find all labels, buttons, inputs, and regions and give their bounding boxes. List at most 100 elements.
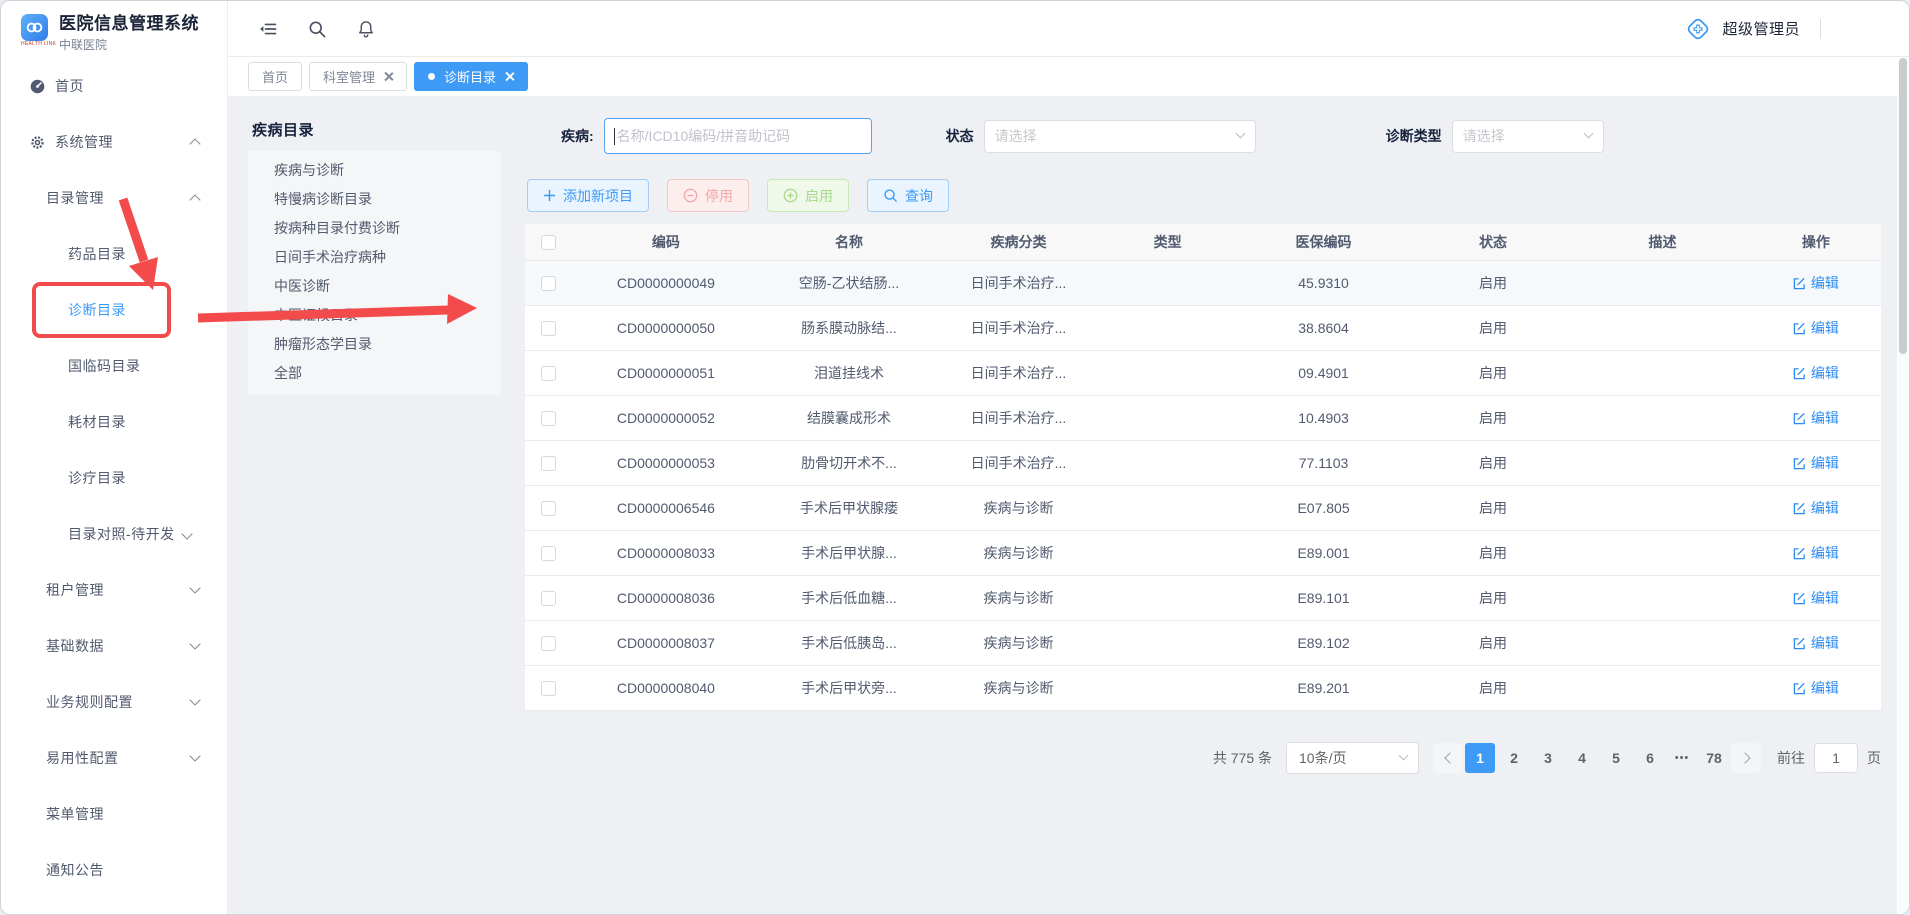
- filter-bar: 疾病: 名称/ICD10编码/拼音助记码 状态 请选择 诊断类型 请选择: [561, 118, 1881, 154]
- row-checkbox[interactable]: [541, 321, 556, 336]
- chevron-down-icon: [1235, 128, 1245, 138]
- sidebar-item-treatment-catalog[interactable]: 诊疗目录: [1, 450, 227, 506]
- app-title: 医院信息管理系统: [59, 14, 199, 34]
- row-checkbox[interactable]: [541, 411, 556, 426]
- app-logo-icon: [21, 14, 48, 41]
- tab-department-management[interactable]: 科室管理: [309, 62, 407, 91]
- row-checkbox[interactable]: [541, 636, 556, 651]
- sidebar-item-catalog-mapping[interactable]: 目录对照-待开发: [1, 506, 227, 562]
- query-button[interactable]: 查询: [867, 179, 949, 212]
- page-number-78[interactable]: 78: [1699, 743, 1729, 773]
- edit-button[interactable]: 编辑: [1793, 678, 1839, 698]
- page-size-select[interactable]: 10条/页: [1286, 742, 1419, 774]
- current-user[interactable]: 超级管理员: [1722, 18, 1800, 39]
- select-all-checkbox[interactable]: [541, 235, 556, 250]
- edit-button[interactable]: 编辑: [1793, 543, 1839, 563]
- menu-item-day-surgery[interactable]: 日间手术治疗病种: [248, 243, 501, 272]
- sidebar-item-tenant-management[interactable]: 租户管理: [1, 562, 227, 618]
- sidebar-item-home[interactable]: 首页: [1, 58, 227, 114]
- edit-button[interactable]: 编辑: [1793, 633, 1839, 653]
- page-number-5[interactable]: 5: [1601, 743, 1631, 773]
- table-row: CD0000008033 手术后甲状腺... 疾病与诊断 E89.001 启用 …: [525, 531, 1881, 576]
- minus-circle-icon: [683, 188, 698, 203]
- text-caret: [614, 128, 615, 145]
- prev-page-button[interactable]: [1433, 743, 1463, 773]
- sidebar-item-diagnosis-catalog[interactable]: 诊断目录: [1, 282, 227, 338]
- row-checkbox[interactable]: [541, 366, 556, 381]
- col-category: 疾病分类: [937, 232, 1100, 252]
- gear-icon: [29, 134, 46, 151]
- menu-item-payment-by-disease[interactable]: 按病种目录付费诊断: [248, 214, 501, 243]
- menu-item-tcm-syndrome[interactable]: 中医证候目录: [248, 301, 501, 330]
- tab-diagnosis-catalog[interactable]: 诊断目录: [414, 62, 528, 91]
- goto-label: 前往: [1777, 748, 1805, 768]
- page-tabs: 首页 科室管理 诊断目录: [228, 57, 1909, 96]
- edit-button[interactable]: 编辑: [1793, 363, 1839, 383]
- page-number-2[interactable]: 2: [1499, 743, 1529, 773]
- action-bar: 添加新项目 停用 启用 查询: [527, 179, 1881, 212]
- divider: [1820, 19, 1821, 39]
- hospital-user-icon[interactable]: [1684, 15, 1712, 43]
- menu-item-all[interactable]: 全部: [248, 359, 501, 388]
- chevron-down-icon: [189, 694, 200, 705]
- edit-icon: [1793, 637, 1806, 650]
- edit-button[interactable]: 编辑: [1793, 498, 1839, 518]
- table-row: CD0000006546 手术后甲状腺瘘 疾病与诊断 E07.805 启用 编辑: [525, 486, 1881, 531]
- sidebar-item-system-management[interactable]: 系统管理: [1, 114, 227, 170]
- goto-page-input[interactable]: [1814, 743, 1858, 773]
- enable-button[interactable]: 启用: [767, 179, 849, 212]
- status-select[interactable]: 请选择: [984, 120, 1256, 153]
- tab-home[interactable]: 首页: [248, 62, 302, 91]
- more-pages-icon[interactable]: •••: [1667, 752, 1697, 764]
- collapse-sidebar-icon[interactable]: [258, 19, 278, 39]
- edit-button[interactable]: 编辑: [1793, 408, 1839, 428]
- menu-item-special-chronic[interactable]: 特慢病诊断目录: [248, 185, 501, 214]
- plus-circle-icon: [783, 188, 798, 203]
- scrollbar-track: [1898, 58, 1908, 913]
- pagination: 共 775 条 10条/页 1 2 3 4 5 6 ••• 78 前往 页: [525, 742, 1881, 774]
- sidebar-item-usability-config[interactable]: 易用性配置: [1, 730, 227, 786]
- scrollbar-thumb[interactable]: [1899, 58, 1907, 354]
- close-icon[interactable]: [505, 72, 514, 81]
- table-row: CD0000000053 肋骨切开术不... 日间手术治疗... 77.1103…: [525, 441, 1881, 486]
- sidebar-item-menu-management[interactable]: 菜单管理: [1, 786, 227, 842]
- sidebar-item-national-code-catalog[interactable]: 国临码目录: [1, 338, 227, 394]
- row-checkbox[interactable]: [541, 591, 556, 606]
- add-item-button[interactable]: 添加新项目: [527, 179, 649, 212]
- status-filter-label: 状态: [946, 126, 974, 146]
- page-number-6[interactable]: 6: [1635, 743, 1665, 773]
- col-insurance-code: 医保编码: [1235, 232, 1411, 252]
- sidebar-item-business-rules[interactable]: 业务规则配置: [1, 674, 227, 730]
- menu-item-tumor-morphology[interactable]: 肿瘤形态学目录: [248, 330, 501, 359]
- edit-button[interactable]: 编辑: [1793, 453, 1839, 473]
- sidebar-item-drug-catalog[interactable]: 药品目录: [1, 226, 227, 282]
- page-number-4[interactable]: 4: [1567, 743, 1597, 773]
- page-number-3[interactable]: 3: [1533, 743, 1563, 773]
- bell-icon[interactable]: [356, 19, 376, 39]
- disease-search-input[interactable]: 名称/ICD10编码/拼音助记码: [604, 118, 872, 154]
- menu-item-disease-diagnosis[interactable]: 疾病与诊断: [248, 156, 501, 185]
- total-count: 共 775 条: [1213, 748, 1272, 768]
- close-icon[interactable]: [384, 72, 393, 81]
- diagnosis-type-select[interactable]: 请选择: [1452, 120, 1604, 153]
- page-number-1[interactable]: 1: [1465, 743, 1495, 773]
- row-checkbox[interactable]: [541, 456, 556, 471]
- sidebar-item-catalog-management[interactable]: 目录管理: [1, 170, 227, 226]
- disease-catalog-menu: 疾病与诊断 特慢病诊断目录 按病种目录付费诊断 日间手术治疗病种 中医诊断 中医…: [248, 151, 501, 395]
- disable-button[interactable]: 停用: [667, 179, 749, 212]
- sidebar-item-notice[interactable]: 通知公告: [1, 842, 227, 898]
- sidebar-item-basic-data[interactable]: 基础数据: [1, 618, 227, 674]
- row-checkbox[interactable]: [541, 501, 556, 516]
- search-icon[interactable]: [307, 19, 327, 39]
- row-checkbox[interactable]: [541, 546, 556, 561]
- edit-button[interactable]: 编辑: [1793, 318, 1839, 338]
- sidebar-item-consumables-catalog[interactable]: 耗材目录: [1, 394, 227, 450]
- col-type: 类型: [1100, 232, 1236, 252]
- col-name: 名称: [761, 232, 937, 252]
- row-checkbox[interactable]: [541, 276, 556, 291]
- row-checkbox[interactable]: [541, 681, 556, 696]
- menu-item-tcm-diagnosis[interactable]: 中医诊断: [248, 272, 501, 301]
- edit-button[interactable]: 编辑: [1793, 588, 1839, 608]
- next-page-button[interactable]: [1731, 743, 1761, 773]
- edit-button[interactable]: 编辑: [1793, 273, 1839, 293]
